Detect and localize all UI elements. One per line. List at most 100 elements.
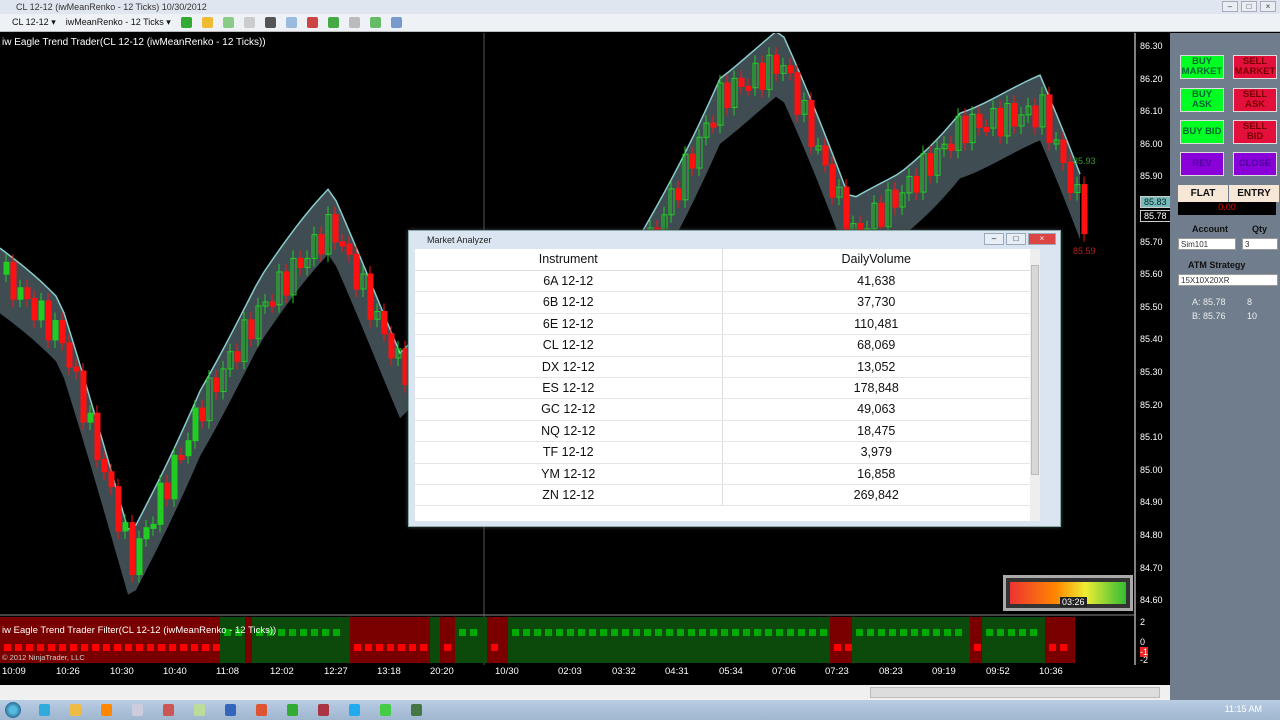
maximize-button[interactable]: □: [1006, 233, 1026, 245]
filter-dot: [900, 629, 907, 636]
analyzer-row[interactable]: YM 12-12 16,858: [415, 463, 1030, 485]
column-header-instrument[interactable]: Instrument: [415, 249, 723, 270]
restore-button[interactable]: □: [1241, 1, 1257, 12]
filter-dot: [1019, 629, 1026, 636]
account-select[interactable]: Sim101: [1178, 238, 1236, 250]
taskbar-file[interactable]: [124, 701, 150, 719]
candle: [108, 471, 115, 488]
candle: [178, 454, 185, 460]
analyzer-row[interactable]: NQ 12-12 18,475: [415, 420, 1030, 443]
chart-trader-panel: BUY MARKET SELL MARKET BUY ASK SELL ASK …: [1170, 33, 1280, 700]
start-button[interactable]: [0, 700, 26, 720]
taskbar-explorer[interactable]: [62, 701, 88, 719]
instrument-dropdown[interactable]: CL 12-12 ▾: [12, 17, 56, 28]
filter-segment: [830, 617, 852, 663]
bar-type-dropdown[interactable]: iwMeanRenko - 12 Ticks ▾: [66, 17, 171, 28]
candle: [759, 62, 766, 90]
close-position-button[interactable]: CLOSE: [1233, 152, 1277, 176]
taskbar-chrome[interactable]: [372, 701, 398, 719]
market-analyzer-window[interactable]: Market Analyzer – □ × Instrument DailyVolum…: [408, 230, 1061, 527]
window-title-bar: CL 12-12 (iwMeanRenko - 12 Ticks) 10/30/…: [0, 0, 1280, 14]
filter-dot: [191, 644, 198, 651]
instrument-cell: YM 12-12: [415, 463, 723, 484]
analyzer-row[interactable]: GC 12-12 49,063: [415, 399, 1030, 421]
time-tick: 04:31: [665, 666, 689, 677]
pencil-icon[interactable]: [201, 17, 213, 28]
analyzer-row[interactable]: TF 12-12 3,979: [415, 442, 1030, 464]
taskbar-excel[interactable]: [279, 701, 305, 719]
taskbar-word[interactable]: [217, 701, 243, 719]
filter-dot: [655, 629, 662, 636]
buy-market-button[interactable]: BUY MARKET: [1180, 55, 1224, 79]
buy-ask-button[interactable]: BUY ASK: [1180, 88, 1224, 112]
candle: [283, 271, 290, 296]
minimize-button[interactable]: –: [984, 233, 1004, 245]
taskbar-internet-explorer[interactable]: [31, 701, 57, 719]
taskbar-skype[interactable]: [341, 701, 367, 719]
filter-dot: [15, 644, 22, 651]
close-button[interactable]: ×: [1260, 1, 1276, 12]
daily-volume-cell: 41,638: [857, 274, 896, 288]
sell-ask-button[interactable]: SELL ASK: [1233, 88, 1277, 112]
filter-dot: [1049, 644, 1056, 651]
candle: [136, 538, 143, 576]
chart-style-icon[interactable]: [180, 17, 192, 28]
analyzer-row[interactable]: 6E 12-12 110,481: [415, 313, 1030, 336]
filter-dot: [420, 644, 427, 651]
filter-dot: [765, 629, 772, 636]
filter-dot: [59, 644, 66, 651]
candle: [346, 243, 353, 255]
candle: [1067, 161, 1074, 193]
data-box-icon[interactable]: [369, 17, 381, 28]
position-status: FLAT: [1178, 185, 1228, 202]
copyright: © 2012 NinjaTrader, LLC: [2, 653, 85, 662]
filter-dot: [834, 644, 841, 651]
properties-icon[interactable]: [348, 17, 360, 28]
taskbar-notepad[interactable]: [186, 701, 212, 719]
analyzer-row[interactable]: ES 12-12 178,848: [415, 377, 1030, 400]
taskbar-media-player[interactable]: [93, 701, 119, 719]
analyzer-row[interactable]: DX 12-12 13,052: [415, 356, 1030, 378]
minimize-button[interactable]: –: [1222, 1, 1238, 12]
crosshair-icon[interactable]: [264, 17, 276, 28]
column-header-daily-volume[interactable]: DailyVolume: [723, 249, 1031, 270]
eraser-icon[interactable]: [243, 17, 255, 28]
window-icon[interactable]: [390, 17, 402, 28]
candle: [73, 366, 80, 372]
bar-timer: 03:26: [1003, 575, 1133, 611]
qty-stepper[interactable]: 3: [1242, 238, 1278, 250]
taskbar-powerpoint[interactable]: [248, 701, 274, 719]
filter-dot: [202, 644, 209, 651]
account-label: Account: [1192, 224, 1228, 234]
indicator-icon[interactable]: [327, 17, 339, 28]
ninjatrader-icon: [317, 704, 329, 716]
sell-bid-button[interactable]: SELL BID: [1233, 120, 1277, 144]
daily-volume-cell: 18,475: [857, 423, 896, 438]
vertical-scrollbar[interactable]: [1030, 249, 1040, 521]
analyzer-row[interactable]: 6A 12-12 41,638: [415, 271, 1030, 293]
time-tick: 10:40: [163, 666, 187, 677]
pin-icon[interactable]: [222, 17, 234, 28]
close-button[interactable]: ×: [1028, 233, 1056, 245]
buy-bid-button[interactable]: BUY BID: [1180, 120, 1224, 144]
strategy-icon[interactable]: [306, 17, 318, 28]
analyzer-row[interactable]: CL 12-12 68,069: [415, 335, 1030, 357]
filter-dot: [213, 644, 220, 651]
candle: [157, 482, 164, 525]
taskbar-paint[interactable]: [155, 701, 181, 719]
filter-dot: [37, 644, 44, 651]
time-tick: 12:27: [324, 666, 348, 677]
zoom-icon[interactable]: [285, 17, 297, 28]
sell-market-button[interactable]: SELL MARKET: [1233, 55, 1277, 79]
ask-price-tag: 85.78: [1140, 210, 1171, 222]
taskbar-camtasia[interactable]: [403, 701, 429, 719]
window-title: CL 12-12 (iwMeanRenko - 12 Ticks) 10/30/…: [16, 2, 207, 12]
filter-dot: [278, 629, 285, 636]
analyzer-row[interactable]: 6B 12-12 37,730: [415, 292, 1030, 314]
atm-strategy-select[interactable]: 15X10X20XR: [1178, 274, 1278, 286]
horizontal-scrollbar[interactable]: [0, 685, 1170, 700]
analyzer-row[interactable]: ZN 12-12 269,842: [415, 484, 1030, 507]
filter-dot: [103, 644, 110, 651]
taskbar-ninjatrader[interactable]: [310, 701, 336, 719]
reverse-button[interactable]: REV: [1180, 152, 1224, 176]
